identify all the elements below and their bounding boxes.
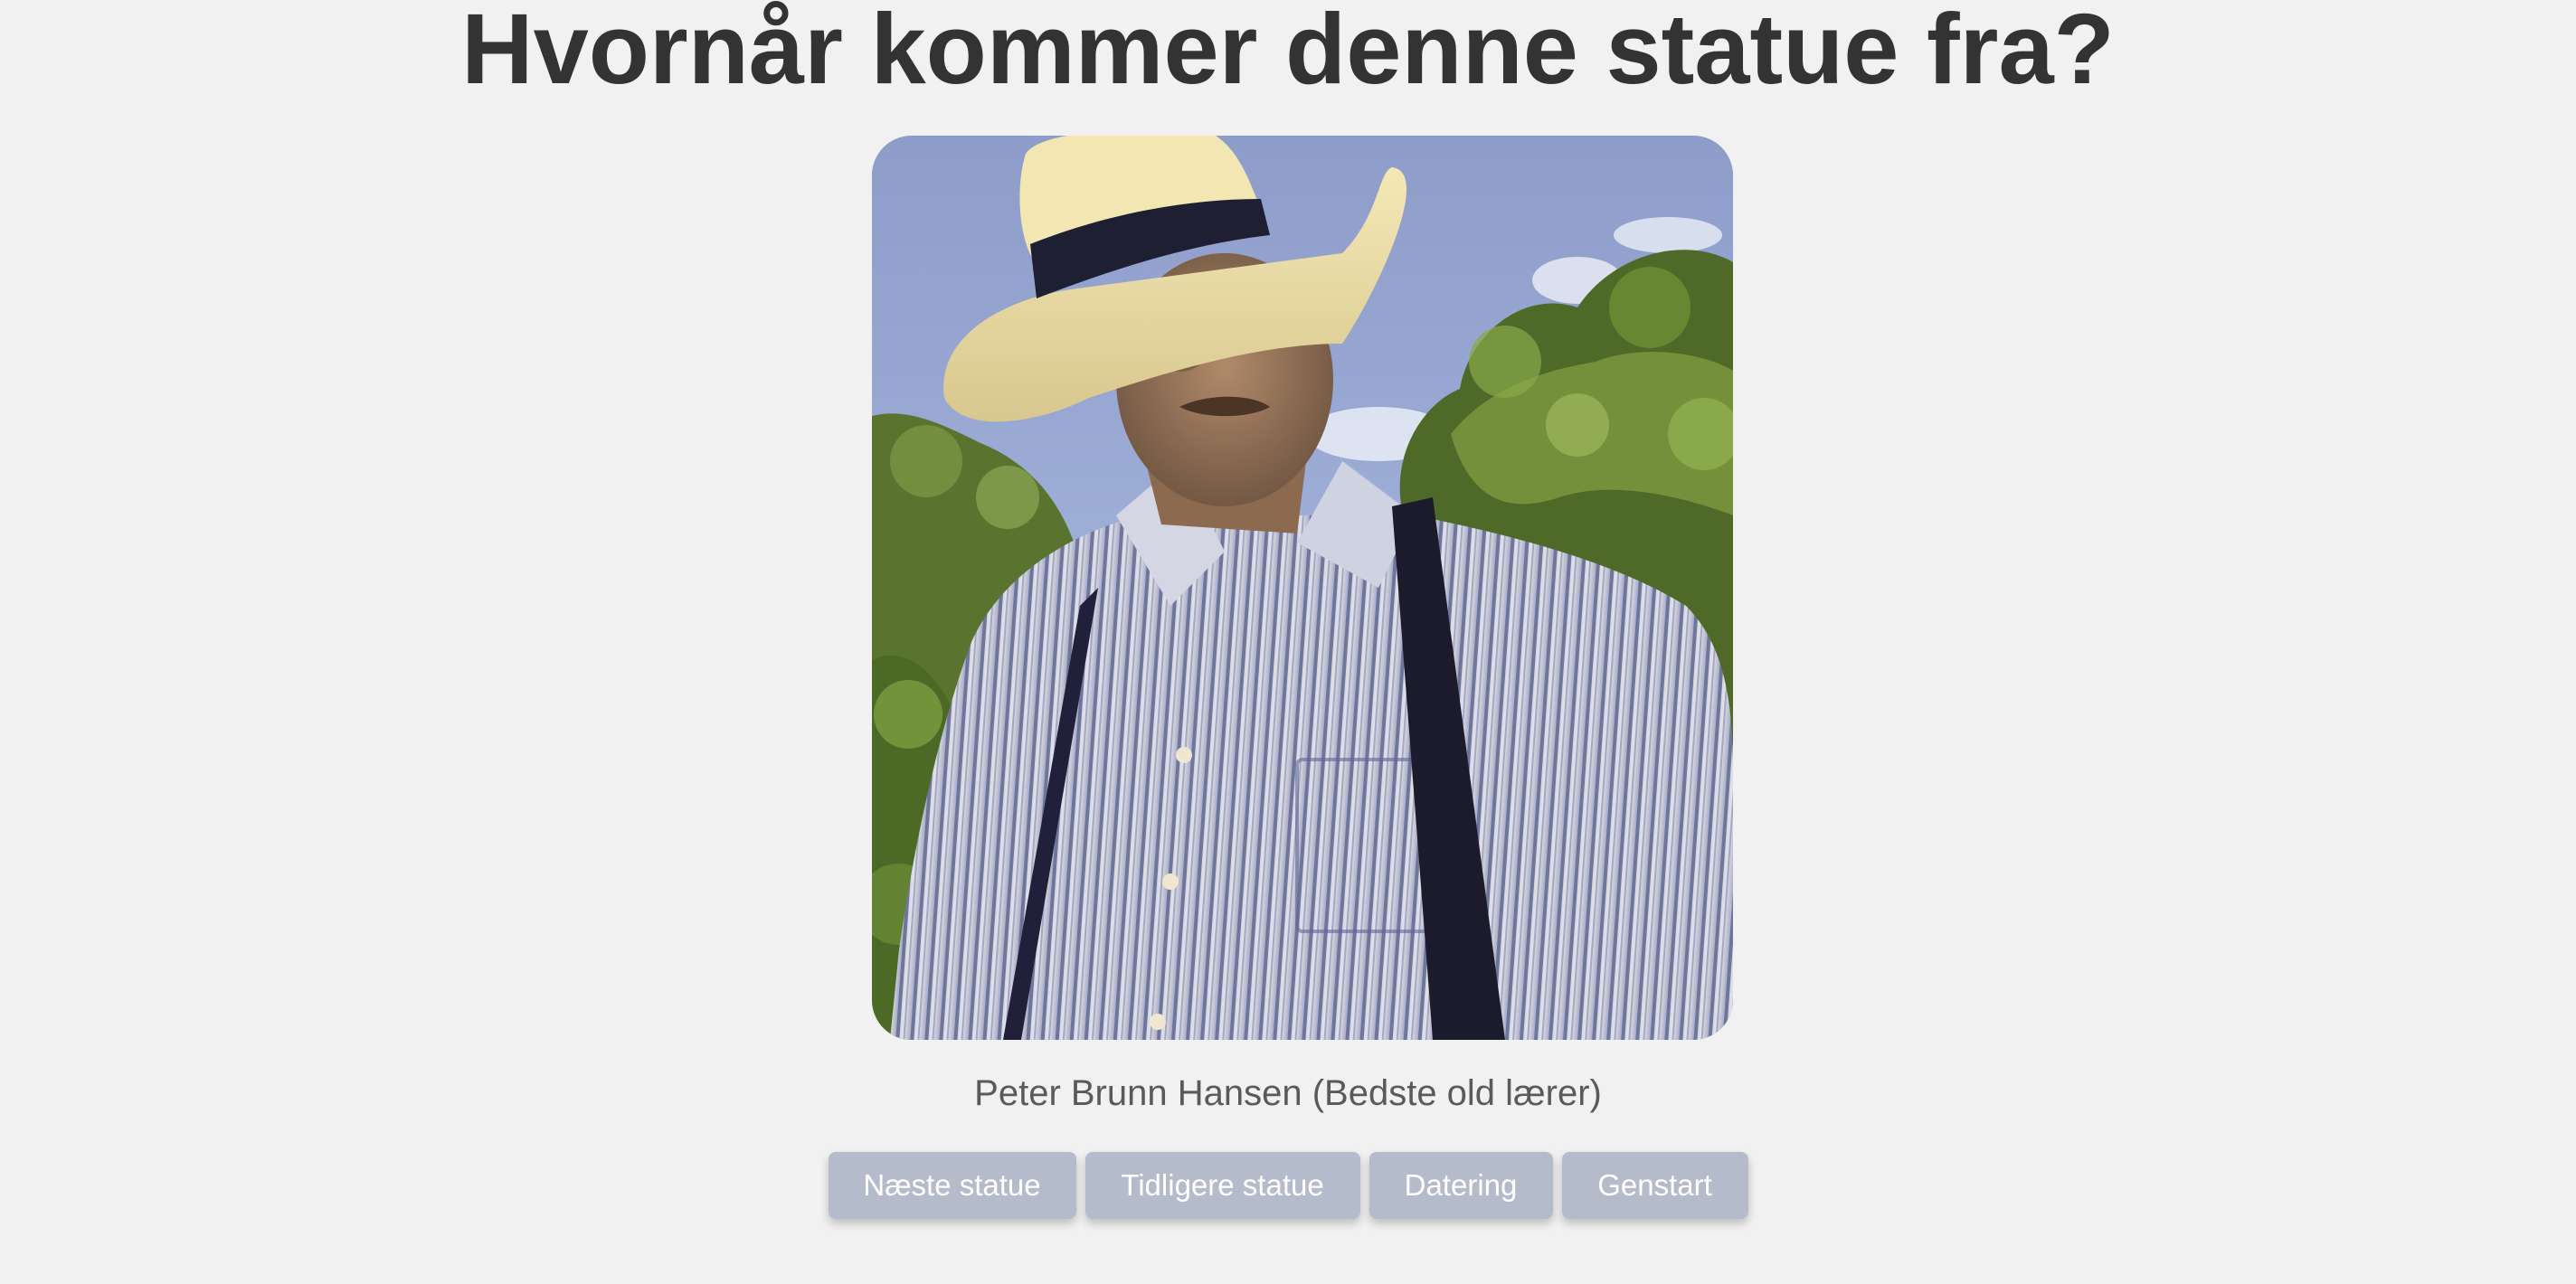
statue-caption: Peter Brunn Hansen (Bedste old lærer) (974, 1073, 1602, 1113)
next-statue-button[interactable]: Næste statue (828, 1152, 1076, 1219)
previous-statue-button[interactable]: Tidligere statue (1084, 1152, 1360, 1219)
quiz-page: Hvornår kommer denne statue fra? Peter B… (0, 0, 2576, 1284)
restart-button[interactable]: Genstart (1561, 1152, 1748, 1219)
statue-photo (872, 136, 1733, 1040)
statue-photo-illustration (872, 136, 1733, 1040)
page-title: Hvornår kommer denne statue fra? (461, 0, 2115, 105)
dating-button[interactable]: Datering (1368, 1152, 1553, 1219)
navigation-buttons: Næste statue Tidligere statue Datering G… (0, 1152, 2576, 1219)
